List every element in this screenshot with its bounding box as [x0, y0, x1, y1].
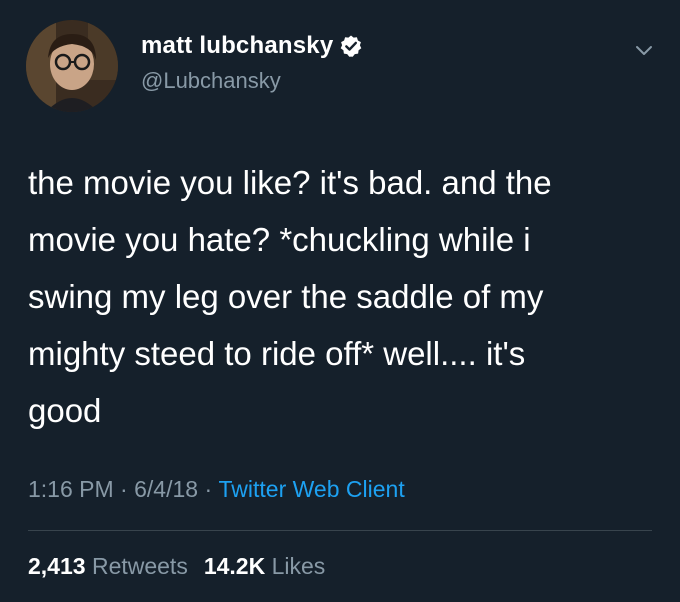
- chevron-down-icon[interactable]: [632, 38, 656, 62]
- meta-separator: ·: [113, 476, 135, 502]
- divider: [28, 530, 652, 531]
- tweet-date[interactable]: 6/4/18: [134, 476, 198, 503]
- tweet-text: the movie you like? it's bad. and the mo…: [28, 164, 552, 429]
- user-handle[interactable]: @Lubchansky: [141, 68, 281, 94]
- tweet-stats: 2,413 Retweets 14.2K Likes: [28, 553, 325, 580]
- meta-separator-2: ·: [198, 476, 219, 502]
- tweet-card: matt lubchansky @Lubchansky the movie yo…: [0, 0, 680, 602]
- retweets-stat[interactable]: 2,413 Retweets: [28, 553, 188, 580]
- retweets-label: Retweets: [85, 553, 188, 579]
- verified-badge-icon: [339, 34, 363, 58]
- likes-stat[interactable]: 14.2K Likes: [204, 553, 325, 580]
- likes-label: Likes: [265, 553, 326, 579]
- tweet-meta: 1:16 PM · 6/4/18 · Twitter Web Client: [28, 476, 405, 503]
- retweets-count: 2,413: [28, 553, 86, 579]
- likes-count: 14.2K: [203, 553, 266, 579]
- tweet-client-link[interactable]: Twitter Web Client: [219, 476, 405, 503]
- avatar-image: [26, 20, 118, 112]
- display-name[interactable]: matt lubchansky: [141, 32, 333, 60]
- tweet-time[interactable]: 1:16 PM: [28, 476, 114, 503]
- avatar[interactable]: [26, 20, 118, 112]
- name-row: matt lubchansky: [141, 32, 363, 60]
